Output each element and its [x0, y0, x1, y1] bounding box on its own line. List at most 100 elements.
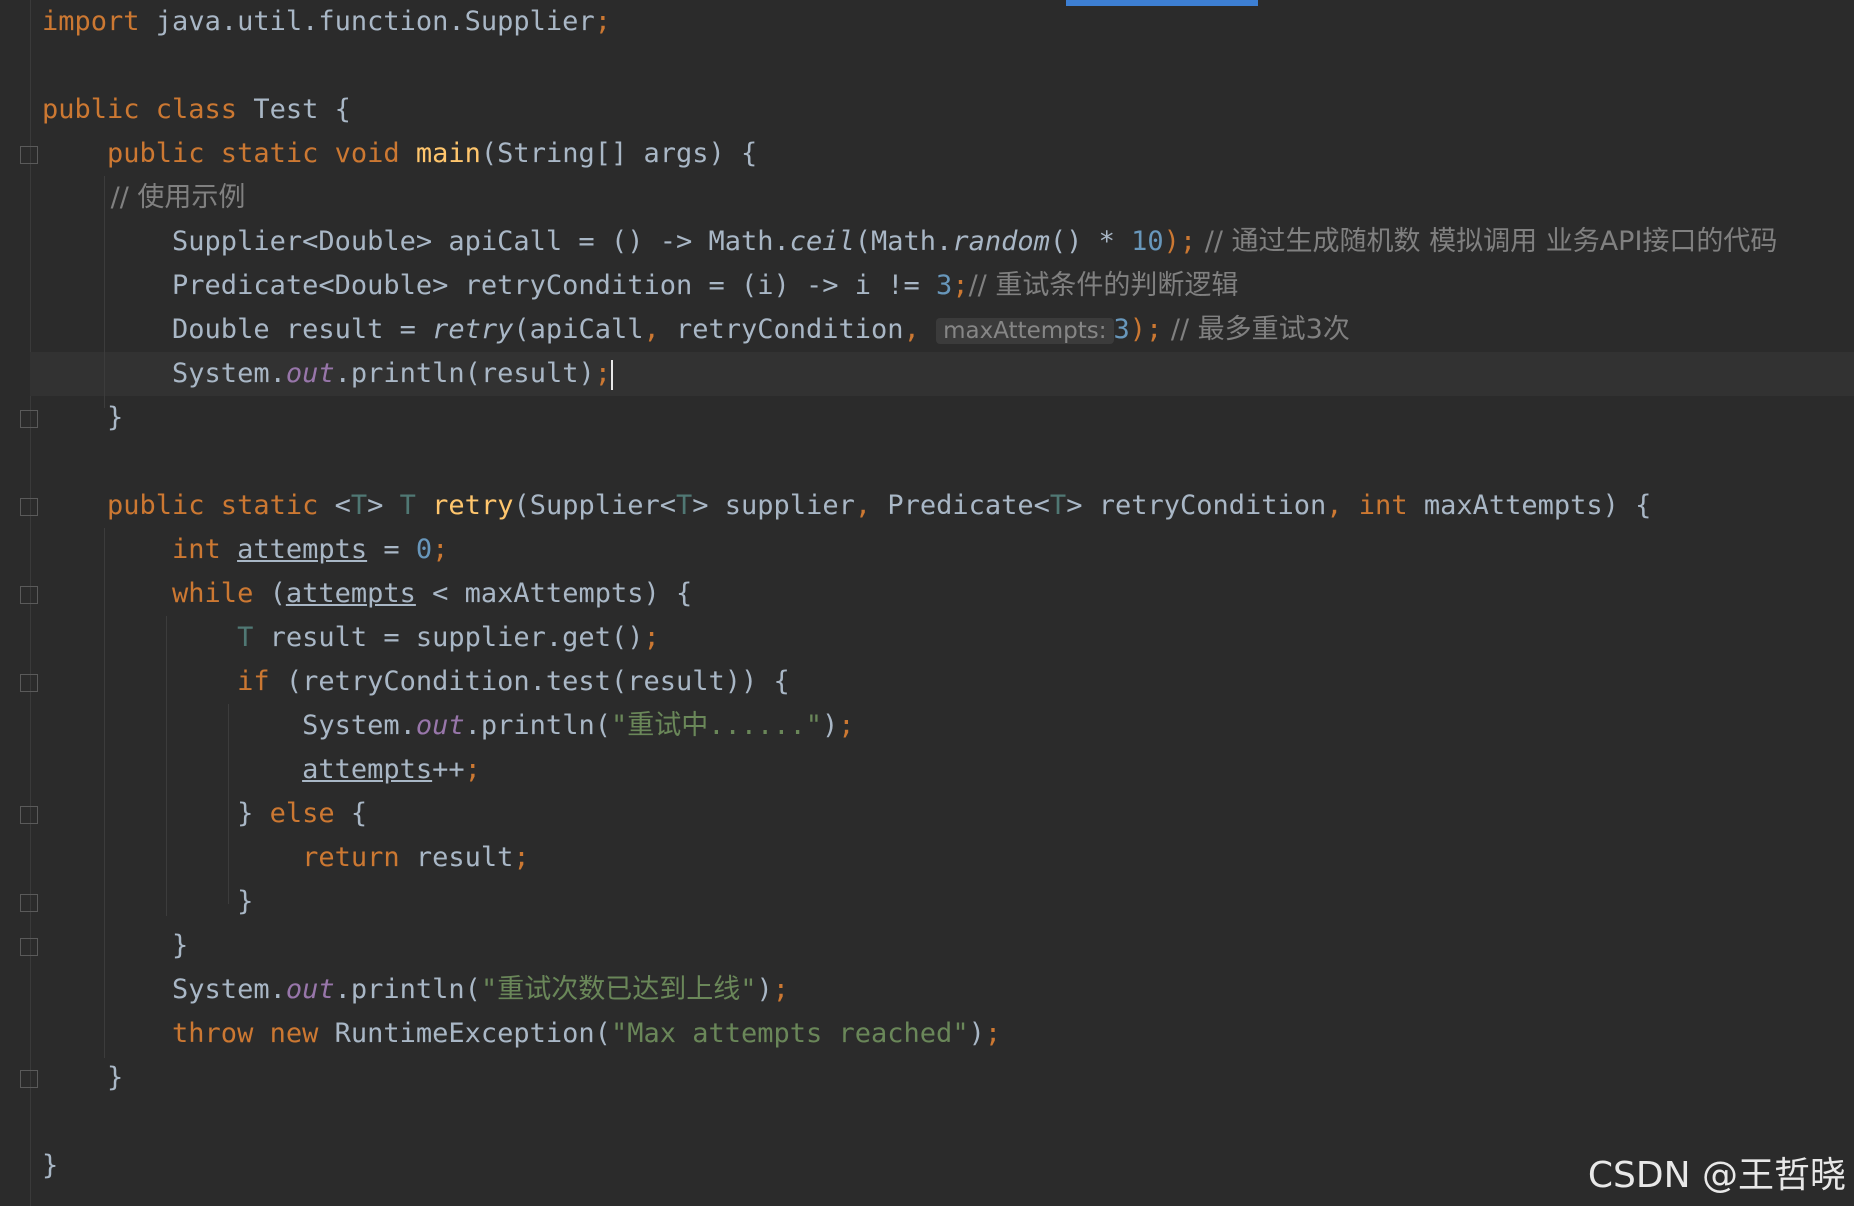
code-token: ;: [643, 622, 660, 653]
code-token: result = supplier.get(): [253, 622, 644, 653]
code-line-22[interactable]: }: [42, 924, 188, 968]
code-line-4[interactable]: public static void main(String[] args) {: [42, 132, 757, 176]
code-line-24[interactable]: throw new RuntimeException("Max attempts…: [42, 1012, 1001, 1056]
code-token: ;: [772, 974, 789, 1005]
code-token: attempts: [237, 534, 368, 565]
fold-toggle-icon[interactable]: [20, 1070, 38, 1088]
code-comment: // 使用示例: [42, 182, 246, 213]
code-token: {: [334, 798, 368, 829]
code-token: ;: [594, 358, 611, 389]
parameter-hint: maxAttempts:: [936, 318, 1114, 344]
code-token: ,: [643, 314, 660, 345]
code-line-14[interactable]: while (attempts < maxAttempts) {: [42, 572, 692, 616]
code-comment: // 最多重试3次: [1162, 314, 1350, 345]
code-line-6[interactable]: Supplier<Double> apiCall = () -> Math.ce…: [42, 220, 1777, 264]
fold-toggle-icon[interactable]: [20, 806, 38, 824]
code-line-10[interactable]: }: [42, 396, 123, 440]
code-line-16[interactable]: if (retryCondition.test(result)) {: [42, 660, 790, 704]
code-token: main: [415, 138, 481, 169]
fold-toggle-icon[interactable]: [20, 498, 38, 516]
code-token: out: [285, 358, 335, 389]
code-token: ): [822, 710, 839, 741]
code-token: int: [1342, 490, 1408, 521]
code-token: Test {: [237, 94, 351, 125]
code-line-8[interactable]: Double result = retry(apiCall, retryCond…: [42, 308, 1350, 352]
code-token: T: [399, 490, 416, 521]
code-line-17[interactable]: System.out.println("重试中......");: [42, 704, 854, 748]
code-token: }: [42, 1062, 124, 1093]
code-number: 3: [936, 270, 953, 301]
code-token: T: [350, 490, 368, 521]
code-token: T: [1049, 490, 1067, 521]
code-token: ,: [854, 490, 872, 521]
code-token: .println(: [464, 710, 611, 741]
code-editor[interactable]: import java.util.function.Supplier; publ…: [0, 0, 1854, 1206]
code-token: }: [42, 1150, 59, 1181]
code-token: public class: [42, 94, 238, 125]
code-line-25[interactable]: }: [42, 1056, 123, 1100]
fold-toggle-icon[interactable]: [20, 674, 38, 692]
text-cursor: [610, 359, 613, 390]
code-token: ;: [432, 534, 449, 565]
code-token: (retryCondition.test(result)) {: [269, 666, 790, 697]
code-token: Predicate<Double> retryCondition = (i) -…: [42, 270, 937, 301]
code-token: (: [253, 578, 286, 609]
code-token: T: [42, 622, 254, 653]
code-line-5[interactable]: // 使用示例: [42, 176, 246, 220]
code-token: =: [367, 534, 416, 565]
code-line-21[interactable]: }: [42, 880, 253, 924]
code-string: "重试中......": [610, 710, 823, 741]
code-token: ;: [464, 754, 481, 785]
code-token: ): [968, 1018, 985, 1049]
code-token: result: [399, 842, 514, 873]
code-line-1[interactable]: import java.util.function.Supplier;: [42, 0, 611, 44]
code-token: ,: [1326, 490, 1343, 521]
code-token: Supplier<Double> apiCall = () -> Math.: [42, 226, 790, 257]
code-string: "重试次数已达到上线": [480, 974, 757, 1005]
code-token: (apiCall: [513, 314, 644, 345]
code-token: );: [1163, 226, 1197, 257]
code-token: () *: [1049, 226, 1132, 257]
code-token: T: [676, 490, 693, 521]
code-comment: // 重试条件的判断逻辑: [968, 270, 1239, 301]
code-token: (String[] args) {: [480, 138, 758, 169]
code-token: }: [42, 886, 254, 917]
watermark: CSDN @王哲晓: [1587, 1155, 1846, 1196]
code-token: public static: [42, 490, 319, 521]
code-line-18[interactable]: attempts++;: [42, 748, 481, 792]
code-token: .println(: [334, 974, 481, 1005]
code-token: int: [42, 534, 221, 565]
code-line-7[interactable]: Predicate<Double> retryCondition = (i) -…: [42, 264, 1238, 308]
code-line-12[interactable]: public static <T> T retry(Supplier<T> su…: [42, 484, 1651, 528]
code-line-23[interactable]: System.out.println("重试次数已达到上线");: [42, 968, 789, 1012]
fold-toggle-icon[interactable]: [20, 894, 38, 912]
code-line-15[interactable]: T result = supplier.get();: [42, 616, 660, 660]
code-token: else: [269, 798, 335, 829]
fold-toggle-icon[interactable]: [20, 146, 38, 164]
code-token: ;: [984, 1018, 1002, 1049]
code-line-13[interactable]: int attempts = 0;: [42, 528, 448, 572]
code-line-27[interactable]: }: [42, 1144, 58, 1188]
code-number: 10: [1131, 226, 1164, 257]
code-line-3[interactable]: public class Test {: [42, 88, 351, 132]
code-token: Predicate<: [871, 490, 1050, 521]
code-line-20[interactable]: return result;: [42, 836, 530, 880]
code-token: <: [318, 490, 351, 521]
code-line-19[interactable]: } else {: [42, 792, 367, 836]
code-number: 0: [415, 534, 433, 565]
fold-toggle-icon[interactable]: [20, 410, 38, 428]
code-token: out: [285, 974, 335, 1005]
code-line-9[interactable]: System.out.println(result);: [42, 352, 613, 396]
code-token: retry: [432, 314, 514, 345]
fold-toggle-icon[interactable]: [20, 938, 38, 956]
code-token: .println(result): [334, 358, 595, 389]
code-token: );: [1129, 314, 1163, 345]
code-token: retryCondition: [659, 314, 904, 345]
code-token: }: [42, 402, 124, 433]
fold-toggle-icon[interactable]: [20, 586, 38, 604]
code-token: if: [42, 666, 270, 697]
code-token: ): [756, 974, 773, 1005]
code-comment: // 通过生成随机数 模拟调用 业务API接口的代码: [1196, 226, 1778, 257]
active-tab-indicator: [1066, 0, 1258, 6]
